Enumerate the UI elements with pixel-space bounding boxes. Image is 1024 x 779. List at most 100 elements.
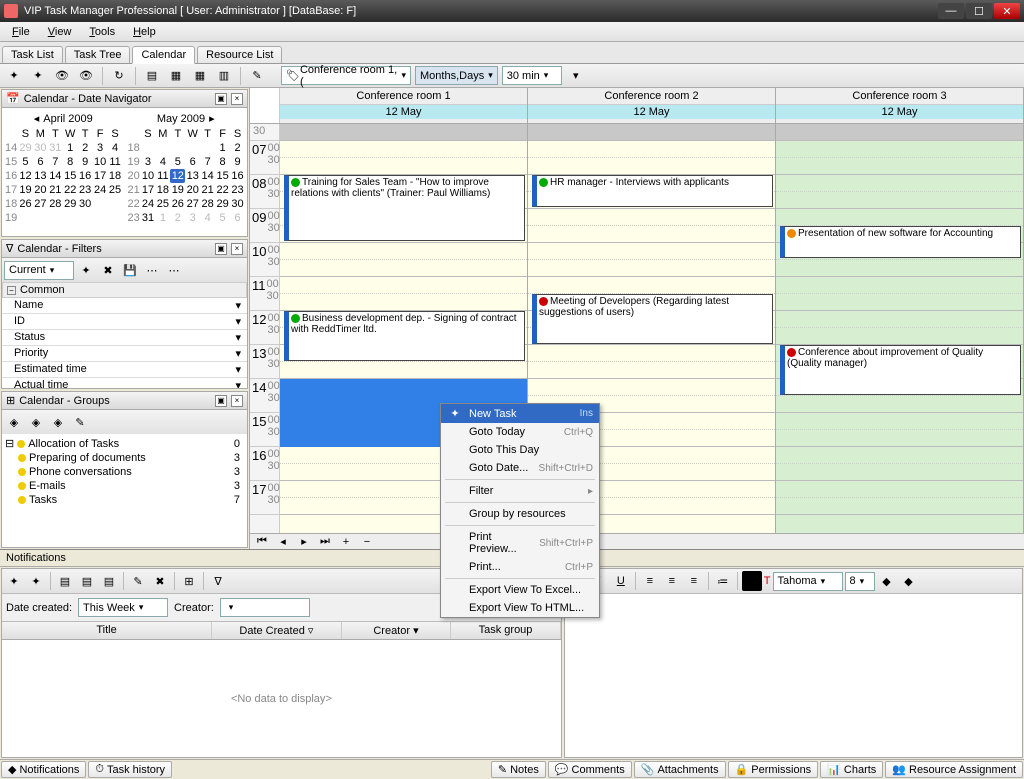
- tbtn-4[interactable]: 👁: [76, 66, 96, 86]
- tree-item[interactable]: Preparing of documents3: [4, 451, 245, 465]
- view-week-button[interactable]: ▦: [166, 66, 186, 86]
- ctx-group-by-resources[interactable]: Group by resources: [441, 505, 599, 523]
- status-tab-permissions[interactable]: 🔒Permissions: [728, 761, 819, 778]
- group-btn3[interactable]: ◈: [48, 412, 68, 432]
- tree-item[interactable]: Tasks7: [4, 493, 245, 507]
- pin-button[interactable]: ▣: [215, 93, 227, 105]
- pin-button[interactable]: ▣: [215, 243, 227, 255]
- nt-btn6[interactable]: ✎: [128, 571, 148, 591]
- prev-month-button[interactable]: ◂: [34, 112, 40, 125]
- view-month-button[interactable]: ▦: [190, 66, 210, 86]
- status-tab-resource[interactable]: 👥Resource Assignment: [885, 761, 1023, 778]
- menu-help[interactable]: Help: [125, 24, 164, 40]
- rt-align-right-button[interactable]: ≡: [684, 571, 704, 591]
- filter-del-button[interactable]: ✖: [98, 260, 118, 280]
- filter-save-button[interactable]: 💾: [120, 260, 140, 280]
- tbtn-extra[interactable]: ▾: [566, 66, 586, 86]
- tree-item[interactable]: Phone conversations3: [4, 465, 245, 479]
- room-header-1[interactable]: Conference room 112 May: [280, 88, 528, 123]
- settings-button[interactable]: ✎: [247, 66, 267, 86]
- room-header-3[interactable]: Conference room 312 May: [776, 88, 1024, 123]
- grouping-combo[interactable]: Months,Days▾: [415, 66, 498, 85]
- nt-btn8[interactable]: ⊞: [179, 571, 199, 591]
- nt-btn1[interactable]: ✦: [4, 571, 24, 591]
- creator-combo[interactable]: ▾: [220, 598, 310, 617]
- filter-group-common[interactable]: −Common: [2, 282, 247, 298]
- nav-last-button[interactable]: ⏭: [315, 532, 335, 552]
- ctx-goto-this-day[interactable]: Goto This Day: [441, 441, 599, 459]
- col-taskgroup[interactable]: Task group: [451, 622, 561, 639]
- rt-align-left-button[interactable]: ≡: [640, 571, 660, 591]
- status-tab-notifications[interactable]: ◆Notifications: [1, 761, 86, 778]
- menu-file[interactable]: File: [4, 24, 38, 40]
- date-created-combo[interactable]: This Week▾: [78, 598, 168, 617]
- nav-add-button[interactable]: +: [336, 532, 356, 552]
- menu-tools[interactable]: Tools: [81, 24, 123, 40]
- calendar-event[interactable]: Conference about improvement of Quality …: [780, 345, 1021, 395]
- ctx-goto-date-[interactable]: Goto Date...Shift+Ctrl+D: [441, 459, 599, 477]
- tab-resource-list[interactable]: Resource List: [197, 46, 282, 63]
- filter-field[interactable]: ID▾: [2, 314, 247, 330]
- nav-next-button[interactable]: ▸: [294, 532, 314, 552]
- maximize-button[interactable]: ☐: [966, 3, 992, 19]
- status-tab-charts[interactable]: 📊Charts: [820, 761, 883, 778]
- rt-align-center-button[interactable]: ≡: [662, 571, 682, 591]
- group-btn4[interactable]: ✎: [70, 412, 90, 432]
- nt-btn2[interactable]: ✦: [26, 571, 46, 591]
- view-timeline-button[interactable]: ▥: [214, 66, 234, 86]
- calendar-event[interactable]: Business development dep. - Signing of c…: [284, 311, 525, 361]
- tbtn-3[interactable]: 👁: [52, 66, 72, 86]
- ctx-new-task[interactable]: ✦New TaskIns: [441, 404, 599, 423]
- tree-root[interactable]: ⊟ Allocation of Tasks0: [4, 436, 245, 451]
- nt-btn4[interactable]: ▤: [77, 571, 97, 591]
- nav-prev-button[interactable]: ◂: [273, 532, 293, 552]
- nt-btn7[interactable]: ✖: [150, 571, 170, 591]
- filter-combo[interactable]: Current▾: [4, 261, 74, 280]
- rt-underline-button[interactable]: U: [611, 571, 631, 591]
- status-tab-task-history[interactable]: ⏱Task history: [88, 761, 172, 778]
- calendar-event[interactable]: Meeting of Developers (Regarding latest …: [532, 294, 773, 344]
- col-title[interactable]: Title: [2, 622, 212, 639]
- group-btn2[interactable]: ◈: [26, 412, 46, 432]
- tbtn-1[interactable]: ✦: [4, 66, 24, 86]
- interval-combo[interactable]: 30 min▾: [502, 66, 562, 85]
- col-date[interactable]: Date Created ▿: [212, 622, 342, 639]
- group-btn1[interactable]: ◈: [4, 412, 24, 432]
- nt-btn3[interactable]: ▤: [55, 571, 75, 591]
- panel-close-button[interactable]: ×: [231, 243, 243, 255]
- filter-more2-button[interactable]: ⋯: [164, 260, 184, 280]
- tree-item[interactable]: E-mails3: [4, 479, 245, 493]
- refresh-button[interactable]: ↻: [109, 66, 129, 86]
- rt-color-button[interactable]: [742, 571, 762, 591]
- filter-field[interactable]: Actual time▾: [2, 378, 247, 388]
- room-header-2[interactable]: Conference room 212 May: [528, 88, 776, 123]
- calendar-event[interactable]: Training for Sales Team - "How to improv…: [284, 175, 525, 241]
- tab-calendar[interactable]: Calendar: [132, 46, 195, 64]
- status-tab-notes[interactable]: ✎Notes: [491, 761, 546, 778]
- view-day-button[interactable]: ▤: [142, 66, 162, 86]
- pin-button[interactable]: ▣: [215, 395, 227, 407]
- ctx-print-preview-[interactable]: Print Preview...Shift+Ctrl+P: [441, 528, 599, 558]
- calendar-event[interactable]: HR manager - Interviews with applicants: [532, 175, 773, 207]
- nav-first-button[interactable]: ⏮: [252, 532, 272, 552]
- panel-close-button[interactable]: ×: [231, 395, 243, 407]
- rt-btn-y[interactable]: ◆: [899, 571, 919, 591]
- rt-bullets-button[interactable]: ≔: [713, 571, 733, 591]
- fontsize-combo[interactable]: 8▾: [845, 572, 875, 591]
- calendar-event[interactable]: Presentation of new software for Account…: [780, 226, 1021, 258]
- nt-btn9[interactable]: ∇: [208, 571, 228, 591]
- ctx-export-view-to-html-[interactable]: Export View To HTML...: [441, 599, 599, 617]
- status-tab-attachments[interactable]: 📎Attachments: [634, 761, 726, 778]
- ctx-export-view-to-excel-[interactable]: Export View To Excel...: [441, 581, 599, 599]
- ctx-goto-today[interactable]: Goto TodayCtrl+Q: [441, 423, 599, 441]
- nt-btn5[interactable]: ▤: [99, 571, 119, 591]
- filter-field[interactable]: Name▾: [2, 298, 247, 314]
- tab-task-list[interactable]: Task List: [2, 46, 63, 63]
- rt-btn-x[interactable]: ◆: [877, 571, 897, 591]
- nav-del-button[interactable]: −: [357, 532, 377, 552]
- tab-task-tree[interactable]: Task Tree: [65, 46, 131, 63]
- menu-view[interactable]: View: [40, 24, 80, 40]
- room-combo[interactable]: 🏷 Conference room 1, (▾: [281, 66, 411, 85]
- filter-field[interactable]: Estimated time▾: [2, 362, 247, 378]
- date-navigator[interactable]: ◂April 2009 SMTWTFS 14293031123415567891…: [2, 108, 247, 227]
